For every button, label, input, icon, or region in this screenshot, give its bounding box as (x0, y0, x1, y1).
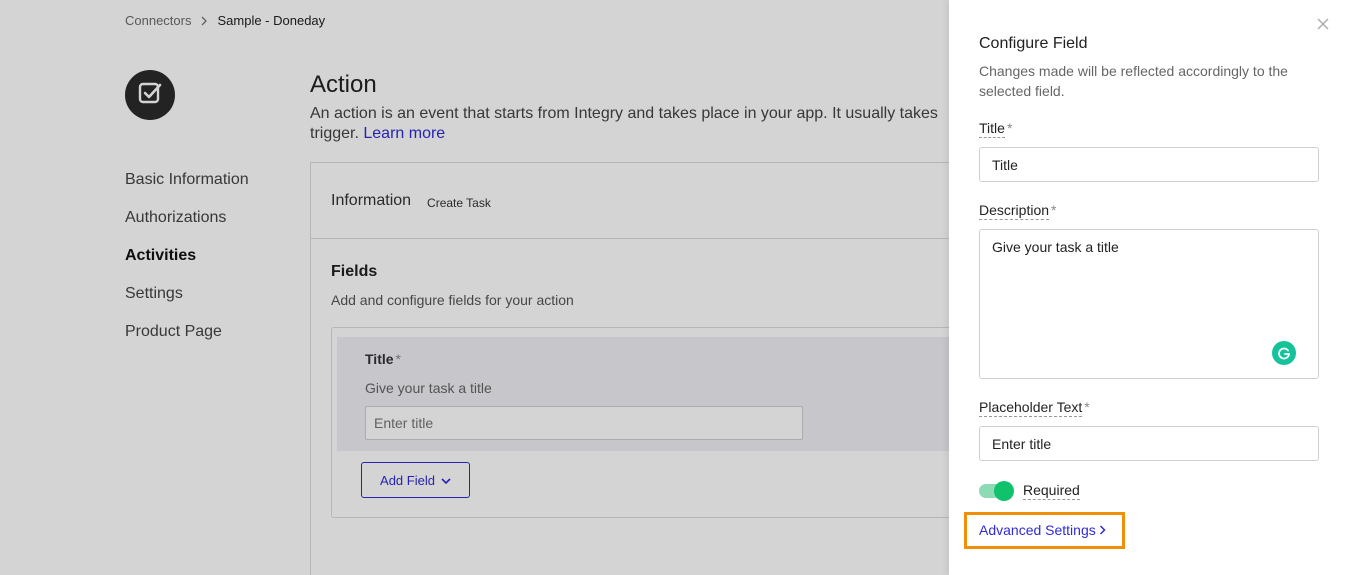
required-toggle[interactable] (979, 481, 1015, 501)
toggle-knob (994, 481, 1014, 501)
placeholder-label-text: Placeholder Text (979, 399, 1083, 417)
close-icon[interactable] (1316, 17, 1330, 31)
placeholder-input[interactable] (979, 426, 1319, 461)
advanced-settings-label: Advanced Settings (979, 522, 1096, 538)
configure-field-drawer: Configure Field Changes made will be ref… (949, 0, 1349, 575)
description-textarea[interactable]: Give your task a title (979, 229, 1319, 379)
required-star: * (1006, 120, 1013, 136)
required-star: * (1084, 399, 1090, 415)
drawer-subtitle: Changes made will be reflected according… (979, 63, 1288, 99)
drawer-title: Configure Field (979, 35, 1088, 52)
required-star: * (1051, 202, 1057, 218)
grammarly-icon[interactable] (1272, 341, 1296, 365)
advanced-settings-link[interactable]: Advanced Settings (979, 522, 1106, 538)
title-field-label: Title * (979, 120, 1013, 138)
required-label: Required (1023, 482, 1080, 500)
advanced-settings-highlight: Advanced Settings (964, 512, 1125, 549)
description-field-label: Description * (979, 202, 1057, 220)
title-label-text: Title (979, 120, 1005, 138)
title-input[interactable] (979, 147, 1319, 182)
chevron-right-icon (1099, 522, 1106, 538)
placeholder-field-label: Placeholder Text * (979, 399, 1090, 417)
description-label-text: Description (979, 202, 1050, 220)
